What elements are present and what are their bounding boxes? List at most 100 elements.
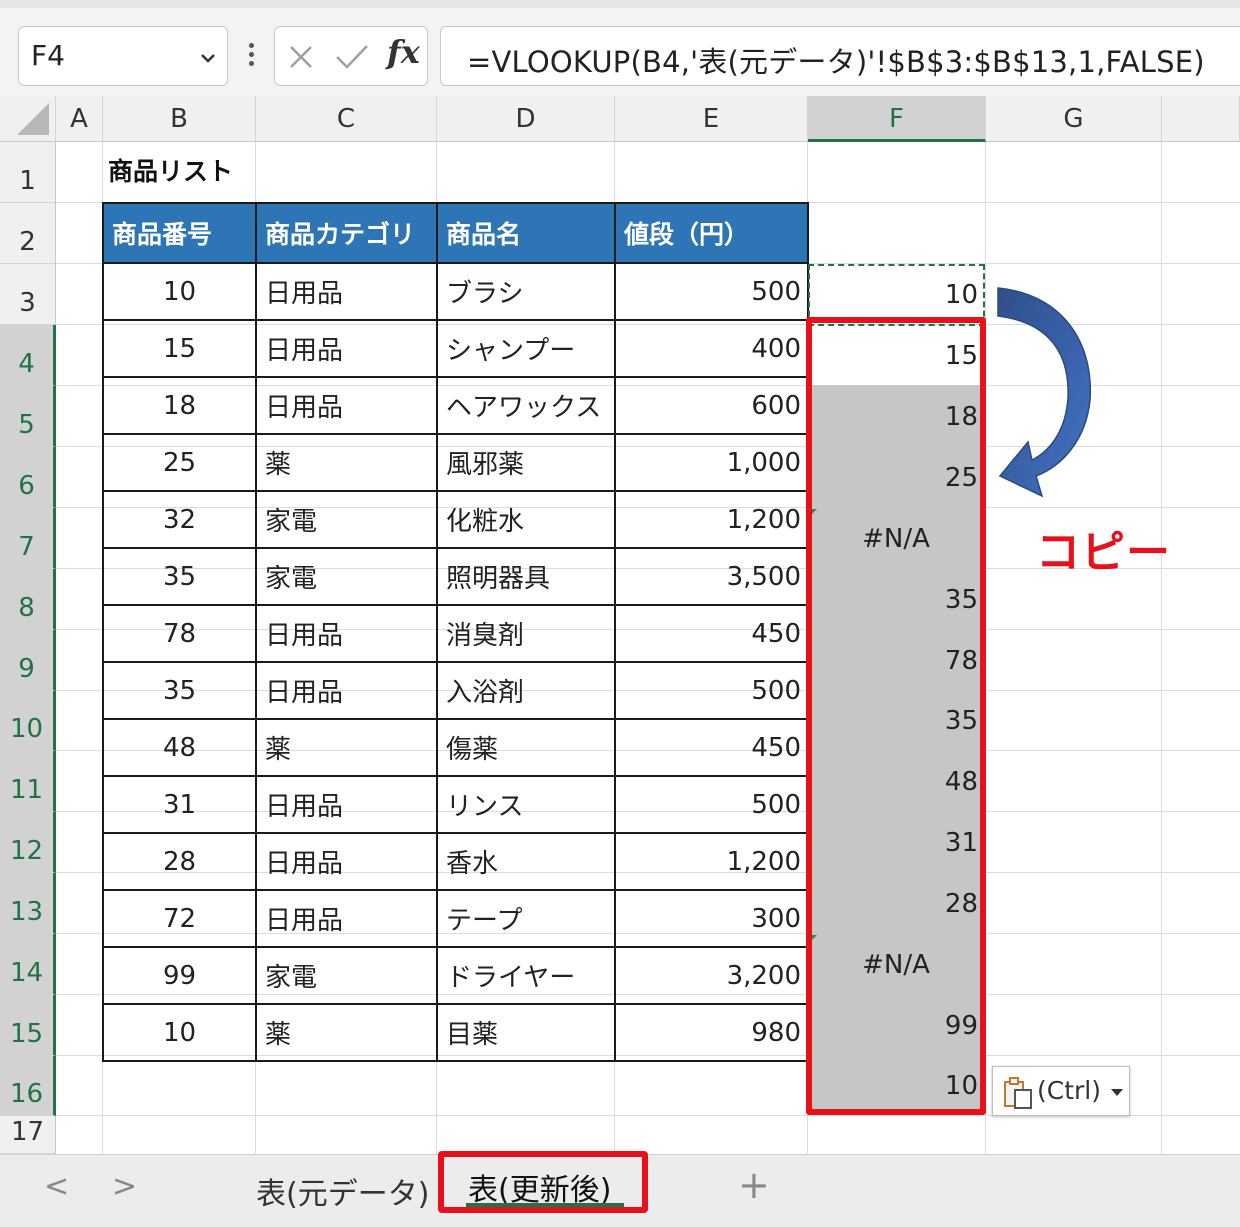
cell-category[interactable]: 家電	[255, 946, 438, 1005]
column-header-h[interactable]	[1162, 96, 1240, 142]
cell-name[interactable]: 化粧水	[436, 490, 616, 549]
select-all-corner[interactable]	[0, 96, 56, 142]
cell-category[interactable]: 日用品	[255, 376, 438, 435]
cell-category[interactable]: 日用品	[255, 604, 438, 663]
row-header[interactable]: 5	[0, 386, 56, 447]
row-header[interactable]: 15	[0, 995, 56, 1056]
cell-number[interactable]: 10	[102, 262, 257, 321]
cell-name[interactable]: 照明器具	[436, 547, 616, 606]
cell-name[interactable]: 風邪薬	[436, 433, 616, 492]
cell-category[interactable]: 日用品	[255, 661, 438, 720]
cell-price[interactable]: 500	[614, 262, 809, 321]
column-header-e[interactable]: E	[615, 96, 808, 142]
cell-category[interactable]: 家電	[255, 490, 438, 549]
cell-name[interactable]: ドライヤー	[436, 946, 616, 1005]
chevron-right-icon[interactable]: >	[112, 1169, 137, 1204]
cell-price[interactable]: 500	[614, 775, 809, 834]
cell-category[interactable]: 薬	[255, 1003, 438, 1062]
cell-price[interactable]: 3,200	[614, 946, 809, 1005]
row-header[interactable]: 8	[0, 569, 56, 630]
cell-number[interactable]: 28	[102, 832, 257, 891]
sheet-tab-original[interactable]: 表(元データ)	[256, 1169, 429, 1213]
cell-price[interactable]: 450	[614, 718, 809, 777]
cell-price[interactable]: 1,000	[614, 433, 809, 492]
cell-number[interactable]: 15	[102, 319, 257, 378]
cell-name[interactable]: ヘアワックス	[436, 376, 616, 435]
cell-name[interactable]: 香水	[436, 832, 616, 891]
row-header[interactable]: 9	[0, 630, 56, 691]
cell-category[interactable]: 日用品	[255, 832, 438, 891]
row-header[interactable]: 1	[0, 142, 56, 203]
confirm-icon[interactable]	[335, 43, 369, 71]
column-header-c[interactable]: C	[256, 96, 437, 142]
cell-number[interactable]: 32	[102, 490, 257, 549]
cell-price[interactable]: 300	[614, 889, 809, 948]
row-header[interactable]: 6	[0, 447, 56, 508]
add-sheet-icon[interactable]: +	[738, 1163, 770, 1207]
table-row: 15 日用品 シャンプー 400	[102, 319, 809, 378]
cell-number[interactable]: 35	[102, 661, 257, 720]
row-header[interactable]: 12	[0, 812, 56, 873]
cell-category[interactable]: 日用品	[255, 319, 438, 378]
cell-name[interactable]: 傷薬	[436, 718, 616, 777]
column-header-a[interactable]: A	[56, 96, 103, 142]
cell-name[interactable]: ブラシ	[436, 262, 616, 321]
row-header[interactable]: 16	[0, 1056, 56, 1116]
cell-category[interactable]: 日用品	[255, 262, 438, 321]
column-header-f[interactable]: F	[808, 96, 986, 142]
column-header-g[interactable]: G	[986, 96, 1162, 142]
row-header[interactable]: 11	[0, 751, 56, 812]
sheet-title[interactable]: 商品リスト	[108, 152, 233, 188]
cell-price[interactable]: 980	[614, 1003, 809, 1062]
cell-number[interactable]: 31	[102, 775, 257, 834]
cell-name[interactable]: リンス	[436, 775, 616, 834]
cell-name[interactable]: 消臭剤	[436, 604, 616, 663]
insert-function-icon[interactable]: fx	[387, 33, 420, 71]
cell-number[interactable]: 99	[102, 946, 257, 1005]
cell-number[interactable]: 10	[102, 1003, 257, 1062]
cell-price[interactable]: 3,500	[614, 547, 809, 606]
row-header[interactable]: 2	[0, 203, 56, 264]
row-header[interactable]: 4	[0, 325, 56, 386]
column-header-b[interactable]: B	[103, 96, 256, 142]
row-header[interactable]: 14	[0, 934, 56, 995]
more-options-icon[interactable]	[246, 40, 256, 74]
cell-category[interactable]: 日用品	[255, 775, 438, 834]
cell-category[interactable]: 薬	[255, 718, 438, 777]
header-price[interactable]: 値段（円）	[614, 202, 809, 264]
cell-name[interactable]: 入浴剤	[436, 661, 616, 720]
cell-name[interactable]: 目薬	[436, 1003, 616, 1062]
row-header[interactable]: 10	[0, 691, 56, 751]
row-header[interactable]: 3	[0, 264, 56, 325]
header-product-category[interactable]: 商品カテゴリ	[255, 202, 438, 264]
cell-category[interactable]: 家電	[255, 547, 438, 606]
cell-name[interactable]: テープ	[436, 889, 616, 948]
name-box[interactable]: F4	[18, 26, 228, 86]
cell-price[interactable]: 400	[614, 319, 809, 378]
cancel-icon[interactable]	[287, 43, 315, 71]
cell-number[interactable]: 78	[102, 604, 257, 663]
column-header-d[interactable]: D	[437, 96, 615, 142]
cell-price[interactable]: 450	[614, 604, 809, 663]
cell-category[interactable]: 日用品	[255, 889, 438, 948]
row-header[interactable]: 7	[0, 508, 56, 569]
cell-price[interactable]: 1,200	[614, 832, 809, 891]
formula-input[interactable]: =VLOOKUP(B4,'表(元データ)'!$B$3:$B$13,1,FALSE…	[440, 26, 1240, 86]
paste-options-button[interactable]: (Ctrl)	[992, 1066, 1130, 1116]
cell-number[interactable]: 18	[102, 376, 257, 435]
cell-number[interactable]: 72	[102, 889, 257, 948]
row-header[interactable]: 13	[0, 873, 56, 934]
cell-price[interactable]: 500	[614, 661, 809, 720]
cell-number[interactable]: 48	[102, 718, 257, 777]
chevron-down-icon[interactable]	[199, 49, 217, 67]
cell-name[interactable]: シャンプー	[436, 319, 616, 378]
header-product-name[interactable]: 商品名	[436, 202, 616, 264]
cell-price[interactable]: 600	[614, 376, 809, 435]
header-product-number[interactable]: 商品番号	[102, 202, 257, 264]
cell-number[interactable]: 25	[102, 433, 257, 492]
cell-price[interactable]: 1,200	[614, 490, 809, 549]
cell-number[interactable]: 35	[102, 547, 257, 606]
cell-category[interactable]: 薬	[255, 433, 438, 492]
chevron-left-icon[interactable]: <	[44, 1169, 69, 1204]
row-header[interactable]: 17	[0, 1116, 56, 1154]
